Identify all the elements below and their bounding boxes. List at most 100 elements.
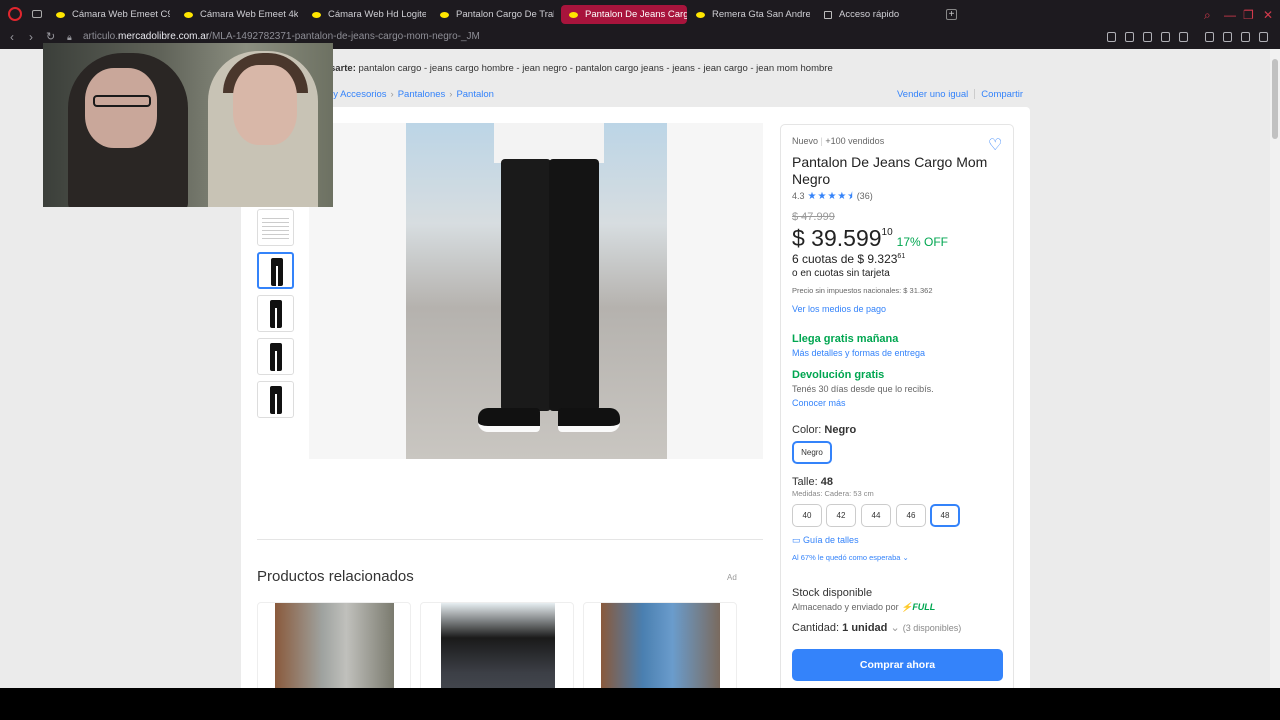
- related-product-image: [441, 603, 555, 688]
- adblock-icon[interactable]: [1143, 32, 1152, 42]
- favorite-heart-icon[interactable]: ♡: [988, 135, 1002, 155]
- fit-note[interactable]: Al 67% le quedó como esperaba ⌄: [792, 553, 909, 562]
- heart-icon[interactable]: [1179, 32, 1188, 42]
- rating-row[interactable]: 4.3 ★★★★⯨ (36): [792, 189, 873, 206]
- breadcrumb-item-pantalones[interactable]: Pantalones: [398, 89, 446, 100]
- size-option-44[interactable]: 44: [861, 504, 891, 527]
- tab-acceso-rapido[interactable]: Acceso rápido: [816, 5, 938, 24]
- minimize-icon[interactable]: —: [1224, 8, 1236, 22]
- tab-overview-icon[interactable]: [32, 10, 42, 18]
- lightning-icon: ⚡: [901, 602, 913, 612]
- stored-by-text: Almacenado y enviado por: [792, 602, 899, 612]
- size-option-48[interactable]: 48: [930, 504, 960, 527]
- scrollbar[interactable]: [1270, 49, 1280, 688]
- related-searches-links[interactable]: pantalon cargo - jeans cargo hombre - je…: [359, 63, 833, 74]
- quantity-available: (3 disponibles): [902, 623, 962, 633]
- breadcrumb-item-pantalon[interactable]: Pantalon: [456, 89, 494, 100]
- pants-image: [270, 343, 282, 371]
- tab-label: Acceso rápido: [839, 9, 900, 20]
- related-product-card[interactable]: [583, 602, 737, 688]
- shipping-details-link[interactable]: Más detalles y formas de entrega: [792, 348, 925, 358]
- ruler-icon: ▭: [792, 535, 801, 545]
- thumbnail-detail[interactable]: [257, 381, 294, 418]
- back-icon[interactable]: ‹: [10, 30, 14, 44]
- close-icon[interactable]: ✕: [1263, 8, 1273, 22]
- return-text: Tenés 30 días desde que lo recibís.: [792, 384, 934, 394]
- tab-camara-logitech[interactable]: Cámara Web Hd Logitech: [304, 5, 426, 24]
- tab-camara-emeet-4k[interactable]: Cámara Web Emeet 4k S: [176, 5, 298, 24]
- related-searches-label: sarte:: [330, 63, 356, 74]
- opera-logo-icon[interactable]: [8, 7, 22, 21]
- chevron-right-icon: ›: [449, 89, 453, 100]
- mercadolibre-favicon-icon: [312, 11, 321, 18]
- price-without-tax: Precio sin impuestos nacionales: $ 31.36…: [792, 286, 933, 295]
- pants-image: [271, 258, 283, 286]
- share-link[interactable]: Compartir: [981, 89, 1023, 100]
- buy-now-button[interactable]: Comprar ahora: [792, 649, 1003, 681]
- payment-methods-link[interactable]: Ver los medios de pago: [792, 304, 886, 314]
- player-icon[interactable]: [1161, 32, 1170, 42]
- thumbnail-back[interactable]: [257, 338, 294, 375]
- chevron-right-icon: ›: [390, 89, 394, 100]
- fit-note-text: Al 67% le quedó como esperaba: [792, 553, 901, 562]
- tab-pantalon-cargo-trabajo[interactable]: Pantalon Cargo De Traba: [432, 5, 554, 24]
- quantity-selector[interactable]: Cantidad: 1 unidad ⌄ (3 disponibles): [792, 621, 961, 634]
- tab-remera-gta[interactable]: Remera Gta San Andreas: [688, 5, 810, 24]
- size-guide-link[interactable]: ▭ Guía de talles: [792, 535, 859, 546]
- top-actions: Vender uno igual Compartir: [897, 89, 1023, 100]
- mercadolibre-favicon-icon: [184, 11, 193, 18]
- size-option-42[interactable]: 42: [826, 504, 856, 527]
- new-tab-button[interactable]: +: [946, 9, 957, 20]
- tab-label: Remera Gta San Andreas: [712, 9, 810, 20]
- webcam-overlay: [43, 43, 333, 207]
- snapshot-icon[interactable]: [1125, 32, 1134, 42]
- tab-label: Pantalon Cargo De Traba: [456, 9, 554, 20]
- quantity-value: 1 unidad: [842, 622, 888, 634]
- sell-same-link[interactable]: Vender uno igual: [897, 89, 968, 100]
- thumbnail-side[interactable]: [257, 295, 294, 332]
- forward-icon[interactable]: ›: [29, 30, 33, 44]
- chevron-down-icon: ⌄: [890, 622, 900, 634]
- related-product-image: [275, 603, 394, 688]
- url-field[interactable]: articulo.mercadolibre.com.ar/MLA-1492782…: [83, 31, 480, 42]
- return-link[interactable]: Conocer más: [792, 398, 846, 408]
- stored-by-row: Almacenado y enviado por ⚡FULL: [792, 602, 935, 613]
- tab-pantalon-jeans-cargo[interactable]: Pantalon De Jeans Cargo: [561, 5, 687, 24]
- menu-icon[interactable]: [1259, 32, 1268, 42]
- thumbnail-front[interactable]: [257, 252, 294, 289]
- download-icon[interactable]: [1241, 32, 1250, 42]
- related-product-card[interactable]: [420, 602, 574, 688]
- installments-text: 6 cuotas de $ 9.323: [792, 252, 898, 266]
- size-option-46[interactable]: 46: [896, 504, 926, 527]
- lock-icon: 🔒︎: [67, 32, 72, 42]
- condition-label: Nuevo: [792, 136, 819, 146]
- price: $ 39.5991017% OFF: [792, 225, 948, 252]
- mercadolibre-favicon-icon: [569, 11, 578, 18]
- product-card: Productos relacionados Ad Nuevo | +100 v…: [241, 107, 1030, 688]
- stock-title: Stock disponible: [792, 587, 873, 599]
- pants-image: [270, 300, 282, 328]
- tab-camara-emeet-c960[interactable]: Cámara Web Emeet C960: [48, 5, 170, 24]
- wallet-icon[interactable]: [1223, 32, 1232, 42]
- related-product-card[interactable]: [257, 602, 411, 688]
- maximize-icon[interactable]: ❐: [1243, 8, 1254, 22]
- product-title: Pantalon De Jeans Cargo Mom Negro: [792, 154, 988, 187]
- bookmark-icon[interactable]: [1107, 32, 1116, 42]
- main-product-image[interactable]: [406, 123, 667, 459]
- scrollbar-thumb[interactable]: [1272, 59, 1278, 139]
- mercadolibre-favicon-icon: [440, 11, 449, 18]
- color-option-negro[interactable]: Negro: [792, 441, 832, 464]
- letterbox-bar: [0, 688, 1280, 720]
- speed-dial-icon: [824, 10, 832, 19]
- thumbnail-size-chart[interactable]: [257, 209, 294, 246]
- reload-icon[interactable]: ↻: [46, 30, 55, 43]
- breadcrumb: pa y Accesorios › Pantalones › Pantalon: [320, 89, 494, 100]
- url-domain: mercadolibre.com.ar: [118, 31, 210, 42]
- tab-label: Cámara Web Emeet 4k S: [200, 9, 298, 20]
- size-chart-image: [262, 215, 289, 240]
- size-option-40[interactable]: 40: [792, 504, 822, 527]
- related-products-title: Productos relacionados: [257, 568, 414, 585]
- search-icon[interactable]: ⌕: [1204, 8, 1211, 23]
- extensions-icon[interactable]: [1205, 32, 1214, 42]
- tab-label: Cámara Web Emeet C960: [72, 9, 170, 20]
